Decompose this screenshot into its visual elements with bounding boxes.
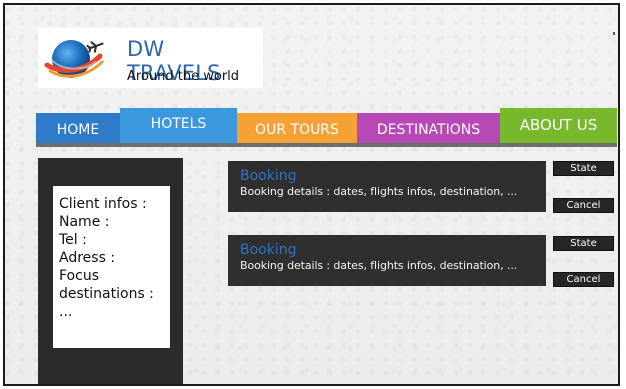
page-frame: DW TRAVELS Around the world HOME HOTELS …: [3, 3, 620, 386]
booking-card: Booking Booking details : dates, flights…: [228, 235, 546, 286]
booking-cancel-button[interactable]: Cancel: [553, 198, 614, 213]
nav-destinations[interactable]: DESTINATIONS: [357, 113, 500, 144]
nav-about-us[interactable]: ABOUT US: [500, 108, 617, 144]
client-info-panel: Client infos : Name : Tel : Adress : Foc…: [53, 186, 170, 348]
client-focus-label: Focus: [59, 268, 99, 284]
nav-hotels[interactable]: HOTELS: [120, 108, 237, 144]
booking-details: Booking details : dates, flights infos, …: [240, 185, 518, 198]
booking-title[interactable]: Booking: [240, 242, 546, 258]
booking-cancel-button[interactable]: Cancel: [553, 272, 614, 287]
booking-card: Booking Booking details : dates, flights…: [228, 161, 546, 212]
nav-our-tours[interactable]: OUR TOURS: [237, 113, 357, 144]
booking-title[interactable]: Booking: [240, 168, 546, 184]
client-info-label: Client infos :: [59, 196, 147, 212]
client-destinations-label: destinations :: [59, 286, 154, 302]
nav-underline: [36, 143, 617, 147]
brand-subtitle: Around the world: [127, 69, 240, 84]
booking-state-button[interactable]: State: [553, 236, 614, 251]
client-name-label: Name :: [59, 214, 110, 230]
booking-state-button[interactable]: State: [553, 161, 614, 176]
brand-header: DW TRAVELS Around the world: [38, 28, 263, 88]
stray-mark: [613, 32, 615, 35]
nav-home[interactable]: HOME: [36, 113, 120, 144]
client-address-label: Adress :: [59, 250, 116, 266]
client-tel-label: Tel :: [59, 232, 87, 248]
client-more-label: ...: [59, 304, 73, 320]
globe-airplane-icon: [44, 40, 104, 78]
booking-details: Booking details : dates, flights infos, …: [240, 259, 518, 272]
